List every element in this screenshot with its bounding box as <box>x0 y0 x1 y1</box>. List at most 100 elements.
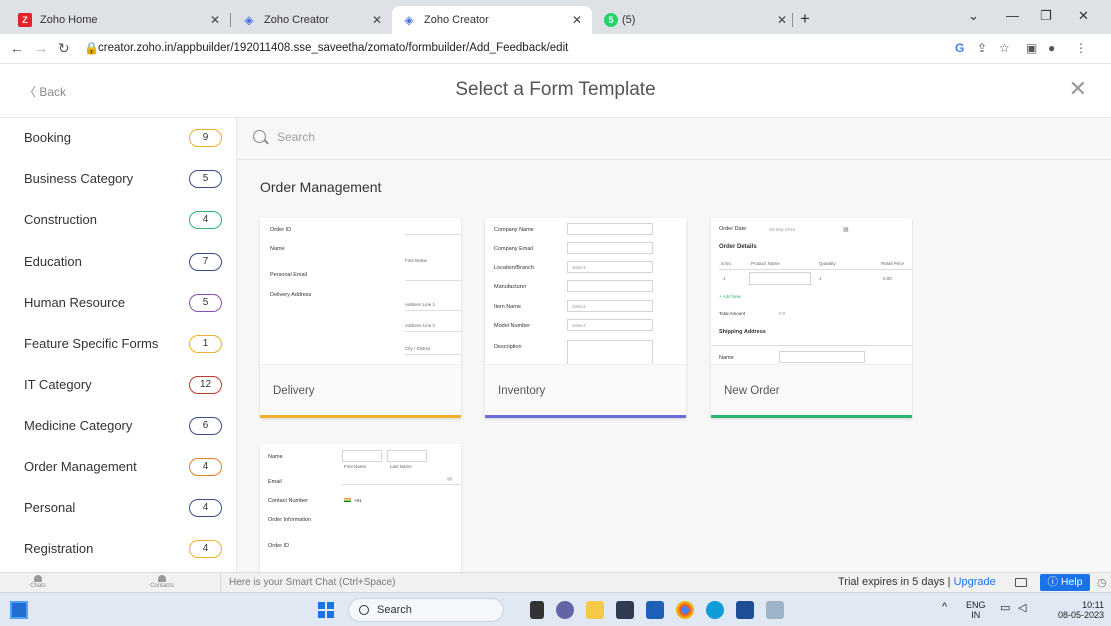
file-explorer-icon[interactable] <box>586 601 604 619</box>
help-button[interactable]: ⓘ Help <box>1040 574 1090 591</box>
preview-value: 29-Sep-2016 <box>769 227 796 232</box>
edge-icon[interactable] <box>706 601 724 619</box>
sidepanel-icon[interactable]: ▣ <box>1026 41 1037 55</box>
tab-zoho-creator[interactable]: ◈ Zoho Creator ✕ <box>232 6 392 34</box>
template-card-new-order[interactable]: Order Date 29-Sep-2016 ▦ Order Details S… <box>711 218 912 418</box>
notification-icon[interactable]: ◷ <box>1097 576 1107 589</box>
chevron-up-icon[interactable]: ^ <box>942 602 947 613</box>
preview-divider <box>719 269 912 270</box>
sidebar-item-education[interactable]: Education 7 <box>0 242 236 283</box>
app-icon[interactable] <box>766 601 784 619</box>
preview-label: Name <box>268 454 283 460</box>
preview-label: Item Name <box>494 304 521 310</box>
category-sidebar: Booking 9 Business Category 5 Constructi… <box>0 118 237 572</box>
window-close-icon[interactable]: ✕ <box>1078 8 1089 24</box>
lock-icon[interactable]: 🔒 <box>84 41 99 55</box>
preview-sublabel: First Name <box>344 464 367 469</box>
close-icon[interactable]: ✕ <box>777 13 787 27</box>
language-indicator[interactable]: ENG IN <box>966 600 986 620</box>
tab-title: Zoho Creator <box>264 14 329 26</box>
restore-icon[interactable]: ❐ <box>1040 8 1052 24</box>
sidebar-item-booking[interactable]: Booking 9 <box>0 118 236 159</box>
preview-heading: Shipping Address <box>719 329 766 335</box>
tab-zoho-creator-active[interactable]: ◈ Zoho Creator ✕ <box>392 6 592 34</box>
preview-field <box>387 450 427 462</box>
template-card-order-form[interactable]: Name First Name Last Name Email ✉ Contac… <box>260 444 461 572</box>
template-card-inventory[interactable]: Company Name Company Email Location/Bran… <box>485 218 686 418</box>
network-icon[interactable]: ▭ <box>1000 603 1010 614</box>
clock-time: 10:11 <box>1082 600 1104 610</box>
count-badge: 1 <box>189 335 222 353</box>
menu-icon[interactable]: ⋮ <box>1075 41 1087 55</box>
sidebar-item-feature-specific-forms[interactable]: Feature Specific Forms 1 <box>0 324 236 365</box>
sidebar-item-human-resource[interactable]: Human Resource 5 <box>0 283 236 324</box>
preview-field <box>567 280 653 292</box>
preview-label: Order Information <box>268 517 312 523</box>
url-field[interactable]: creator.zoho.in/appbuilder/192011408.sse… <box>98 42 568 54</box>
address-bar: ← → ↻ 🔒 creator.zoho.in/appbuilder/19201… <box>0 34 1111 64</box>
template-header: 〈 Back Select a Form Template ✕ <box>0 64 1111 118</box>
store-icon[interactable] <box>736 601 754 619</box>
contacts-label: Contacts <box>150 583 174 589</box>
widgets-icon[interactable] <box>10 601 28 619</box>
chats-button[interactable]: Chats <box>18 575 58 589</box>
template-footer: Inventory <box>485 364 686 418</box>
search-input[interactable] <box>277 130 577 144</box>
google-icon[interactable]: G <box>955 41 964 55</box>
close-icon[interactable]: ✕ <box>572 13 582 27</box>
sidebar-item-registration[interactable]: Registration 4 <box>0 529 236 570</box>
sidebar-item-it-category[interactable]: IT Category 12 <box>0 365 236 406</box>
new-tab-icon[interactable]: + <box>800 9 810 29</box>
india-flag-icon <box>344 498 351 504</box>
preview-label: Contact Number <box>268 498 309 504</box>
star-icon[interactable]: ☆ <box>999 41 1010 55</box>
reload-icon[interactable]: ↻ <box>58 40 70 57</box>
teams-icon[interactable] <box>556 601 574 619</box>
clock[interactable]: 10:11 08-05-2023 <box>1048 600 1104 620</box>
mail-icon[interactable] <box>646 601 664 619</box>
smart-chat-bar: Chats Contacts Here is your Smart Chat (… <box>0 572 1111 593</box>
sidebar-item-medicine-category[interactable]: Medicine Category 6 <box>0 406 236 447</box>
smart-chat-input[interactable]: Here is your Smart Chat (Ctrl+Space) <box>229 577 395 588</box>
windows-start-icon[interactable] <box>318 602 334 618</box>
keyboard-icon[interactable] <box>1015 578 1027 587</box>
chevron-down-icon[interactable]: ⌄ <box>968 8 979 24</box>
preview-sublabel: Address Line 1 <box>405 302 436 307</box>
sidebar-item-business-category[interactable]: Business Category 5 <box>0 159 236 200</box>
preview-field <box>779 351 865 363</box>
template-gallery: Order Management Order ID Name First Nam… <box>237 118 1111 572</box>
preview-label: Model Number <box>494 323 531 329</box>
close-icon[interactable]: ✕ <box>372 13 382 27</box>
task-view-icon[interactable] <box>530 601 544 619</box>
profile-icon[interactable]: ● <box>1048 41 1055 55</box>
tab-whatsapp-title[interactable]: (5) WhatsApp <box>612 6 646 34</box>
forward-arrow-icon[interactable]: → <box>34 40 48 56</box>
taskbar-search[interactable]: Search <box>348 598 504 622</box>
contacts-button[interactable]: Contacts <box>142 575 182 589</box>
sidebar-item-label: Business Category <box>24 171 134 186</box>
search-bar <box>237 118 1111 160</box>
clock-date: 08-05-2023 <box>1057 610 1104 620</box>
upgrade-link[interactable]: Upgrade <box>954 576 996 588</box>
preview-field <box>405 234 461 235</box>
count-badge: 12 <box>189 376 222 394</box>
close-icon[interactable]: ✕ <box>1069 76 1087 102</box>
calendar-icon: ▦ <box>843 227 849 233</box>
app-icon[interactable] <box>616 601 634 619</box>
preview-label: Total Amount <box>719 311 746 316</box>
share-icon[interactable]: ⇪ <box>977 41 987 55</box>
sidebar-item-construction[interactable]: Construction 4 <box>0 200 236 241</box>
preview-field <box>342 450 382 462</box>
volume-icon[interactable]: ◁ <box>1018 603 1026 614</box>
back-arrow-icon[interactable]: ← <box>10 40 24 56</box>
language-bottom: IN <box>971 610 981 620</box>
tab-zoho-home[interactable]: Z Zoho Home ✕ <box>8 6 230 34</box>
sidebar-item-label: Construction <box>24 212 97 227</box>
template-card-delivery[interactable]: Order ID Name First Name Personal Email … <box>260 218 461 418</box>
chrome-icon[interactable] <box>676 601 694 619</box>
sidebar-item-order-management[interactable]: Order Management 4 <box>0 447 236 488</box>
sidebar-item-personal[interactable]: Personal 4 <box>0 488 236 529</box>
minimize-icon[interactable]: — <box>1006 8 1019 23</box>
close-icon[interactable]: ✕ <box>210 13 220 27</box>
preview-sublabel: Address Line 2 <box>405 323 436 328</box>
